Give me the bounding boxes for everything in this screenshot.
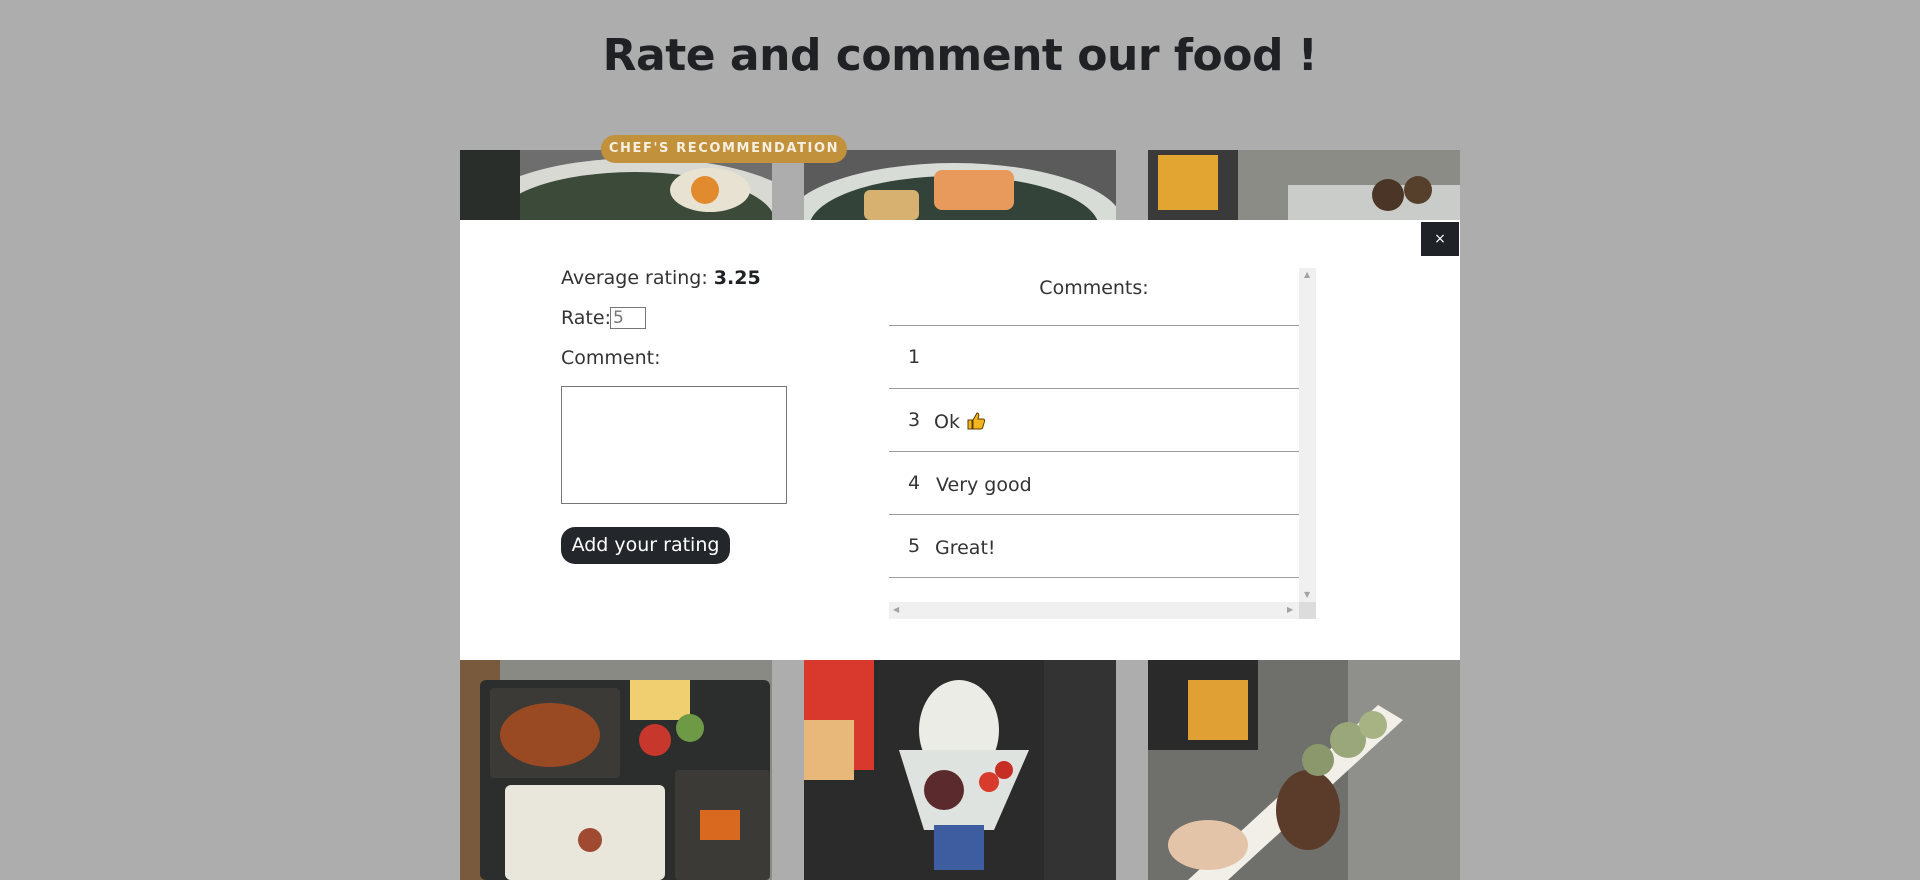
scroll-right-icon[interactable]: ▶ — [1287, 605, 1293, 614]
page-title: Rate and comment our food ! — [602, 30, 1318, 81]
card-bento[interactable] — [460, 660, 772, 880]
comment-rating: 1 — [908, 346, 921, 368]
comments-heading: Comments: — [889, 268, 1299, 326]
comment-row: 5 Great! — [889, 515, 1299, 578]
matcha-dessert-photo — [1148, 660, 1460, 880]
comment-rating: 5 — [908, 535, 921, 557]
card-grilled-skewers[interactable] — [1148, 150, 1460, 220]
comment-label: Comment: — [561, 347, 661, 369]
comment-rating: 3 — [908, 409, 921, 431]
comment-rating: 4 — [908, 472, 921, 494]
comment-text: Ok — [934, 411, 986, 433]
chefs-recommendation-badge: CHEF'S RECOMMENDATION — [601, 135, 847, 163]
vertical-scrollbar[interactable]: ▲ ▼ — [1299, 268, 1316, 602]
card-shaved-ice[interactable] — [804, 660, 1116, 880]
comment-textarea[interactable] — [561, 386, 787, 504]
scroll-down-icon[interactable]: ▼ — [1304, 590, 1310, 599]
comment-row: 3 Ok — [889, 389, 1299, 452]
thumbs-up-icon — [967, 412, 986, 430]
comment-text: Very good — [936, 474, 1032, 496]
add-rating-button[interactable]: Add your rating — [561, 527, 730, 564]
close-button[interactable]: × — [1421, 222, 1459, 256]
comment-row: 4 Very good — [889, 452, 1299, 515]
card-salmon-bowl[interactable] — [804, 150, 1116, 220]
bento-photo — [460, 660, 772, 880]
skewers-photo — [1148, 150, 1460, 220]
rate-input[interactable] — [610, 307, 646, 329]
comments-panel[interactable]: Comments: 1 3 Ok 4 Very good 5 Great! ▲ … — [889, 268, 1317, 620]
comment-text-value: Ok — [934, 411, 960, 433]
average-rating-label: Average rating: — [561, 267, 708, 289]
rate-label: Rate: — [561, 307, 611, 329]
comment-text: Great! — [935, 537, 996, 559]
card-matcha-dessert[interactable] — [1148, 660, 1460, 880]
scroll-left-icon[interactable]: ◀ — [893, 605, 899, 614]
horizontal-scrollbar[interactable]: ◀ ▶ — [889, 602, 1299, 619]
average-rating-value: 3.25 — [713, 267, 761, 289]
average-rating: Average rating: 3.25 — [561, 267, 761, 289]
shaved-ice-photo — [804, 660, 1116, 880]
comment-row: 1 — [889, 326, 1299, 389]
scroll-up-icon[interactable]: ▲ — [1304, 270, 1310, 279]
scrollbar-corner — [1299, 602, 1316, 619]
salmon-bowl-photo — [804, 150, 1116, 220]
